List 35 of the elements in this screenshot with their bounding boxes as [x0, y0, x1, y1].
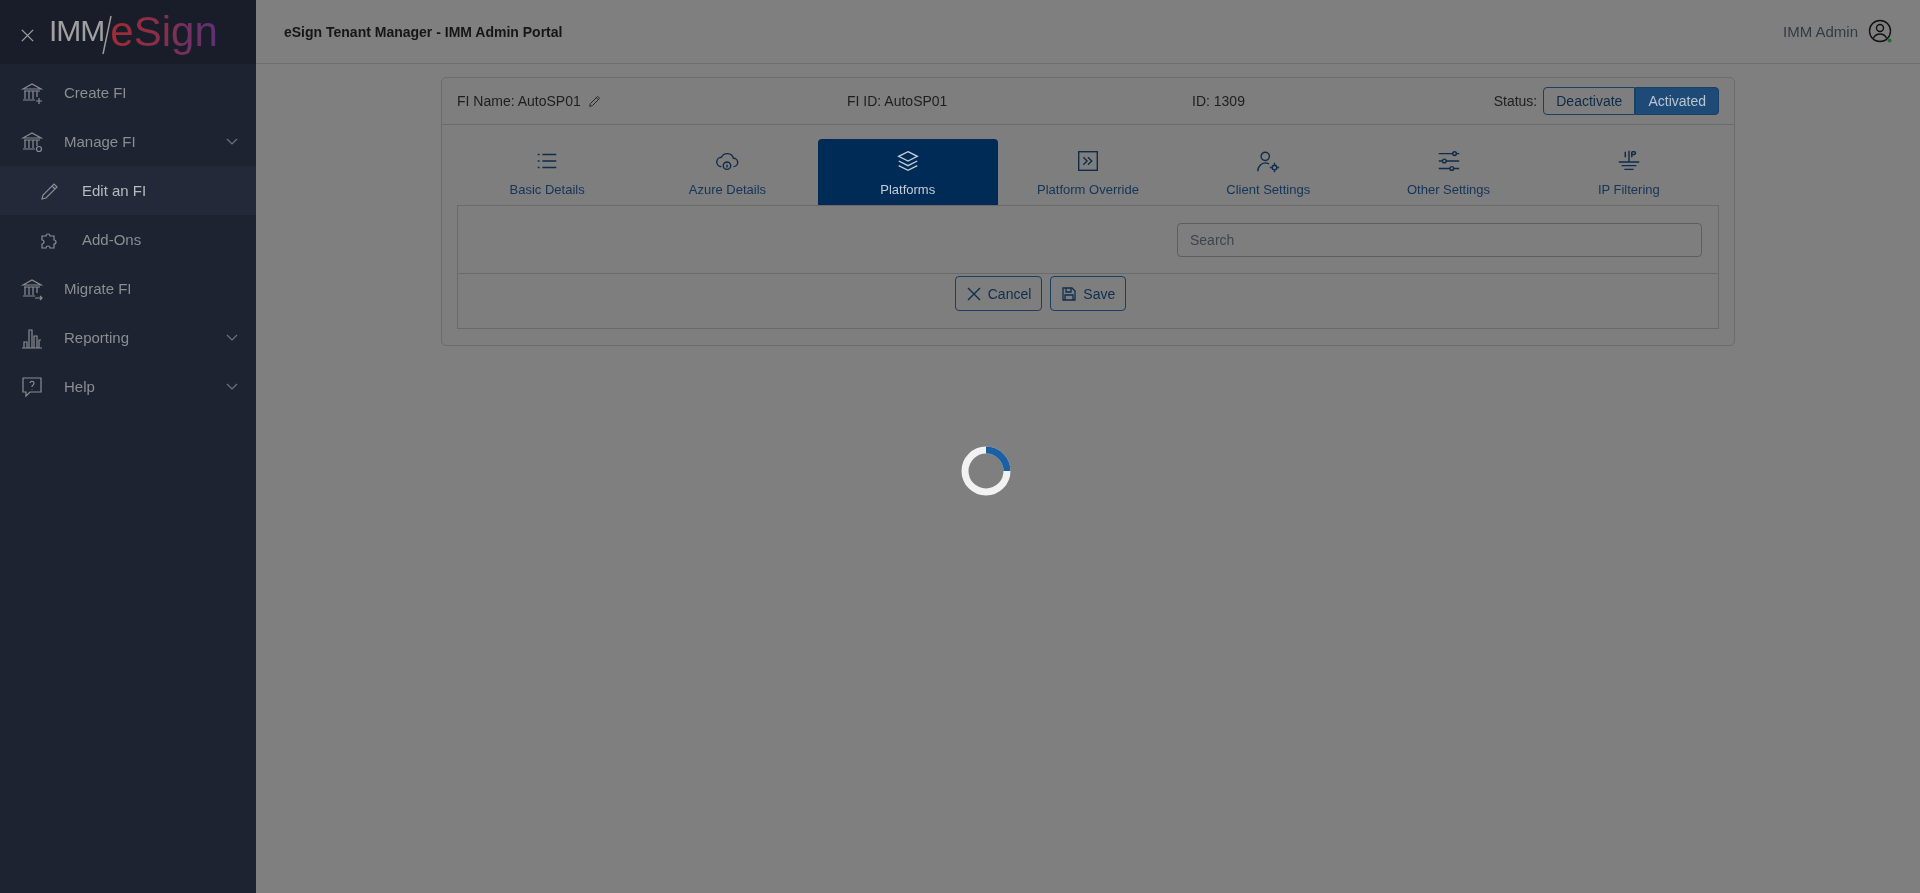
slash-icon [102, 15, 113, 55]
tab[interactable]: Other Settings [1358, 139, 1539, 205]
status-toggle[interactable]: Deactivate [1543, 87, 1636, 115]
pencil-icon[interactable] [586, 93, 603, 109]
search-field[interactable]: Search [1177, 222, 1702, 257]
tab[interactable]: IP Filtering [1538, 139, 1719, 205]
tab[interactable]: Basic Details [457, 139, 638, 205]
save-button[interactable]: Save [1050, 276, 1127, 311]
sidebar-item[interactable]: Add-Ons [0, 215, 256, 264]
close-icon [965, 285, 982, 302]
fi-id: FI ID: AutoSP01 [847, 93, 948, 109]
sidebar-item[interactable]: Manage FI [0, 117, 256, 166]
sidebar-item[interactable]: Edit an FI [0, 166, 256, 215]
status-toggle[interactable]: Activated [1635, 87, 1719, 115]
tab[interactable]: Platform Override [997, 139, 1179, 205]
page-title: eSign Tenant Manager - IMM Admin Portal [284, 23, 563, 40]
sidebar-item[interactable]: Migrate FI [0, 264, 256, 313]
chevron-down-icon [226, 137, 238, 146]
help-bubble-icon [20, 374, 44, 399]
tab[interactable]: Client Settings [1178, 139, 1359, 205]
sidebar-item[interactable]: Reporting [0, 313, 256, 362]
close-icon[interactable] [20, 27, 35, 43]
fi-name: FI Name: AutoSP01 [457, 93, 581, 109]
record-id: ID: 1309 [1192, 93, 1245, 109]
user-avatar-icon[interactable] [1868, 18, 1894, 45]
logo-prefix: IMM [49, 16, 105, 46]
cancel-button[interactable]: Cancel [954, 276, 1043, 311]
sidebar-item[interactable]: Help [0, 362, 256, 411]
sidebar-item[interactable]: Create FI [0, 68, 256, 117]
tab[interactable]: Platforms [817, 139, 998, 205]
chevron-down-icon [226, 333, 238, 342]
chevron-down-icon [226, 382, 238, 391]
tab[interactable]: Azure Details [637, 139, 818, 205]
user-name[interactable]: IMM Admin [1783, 23, 1858, 40]
status-label: Status: [1493, 93, 1538, 109]
